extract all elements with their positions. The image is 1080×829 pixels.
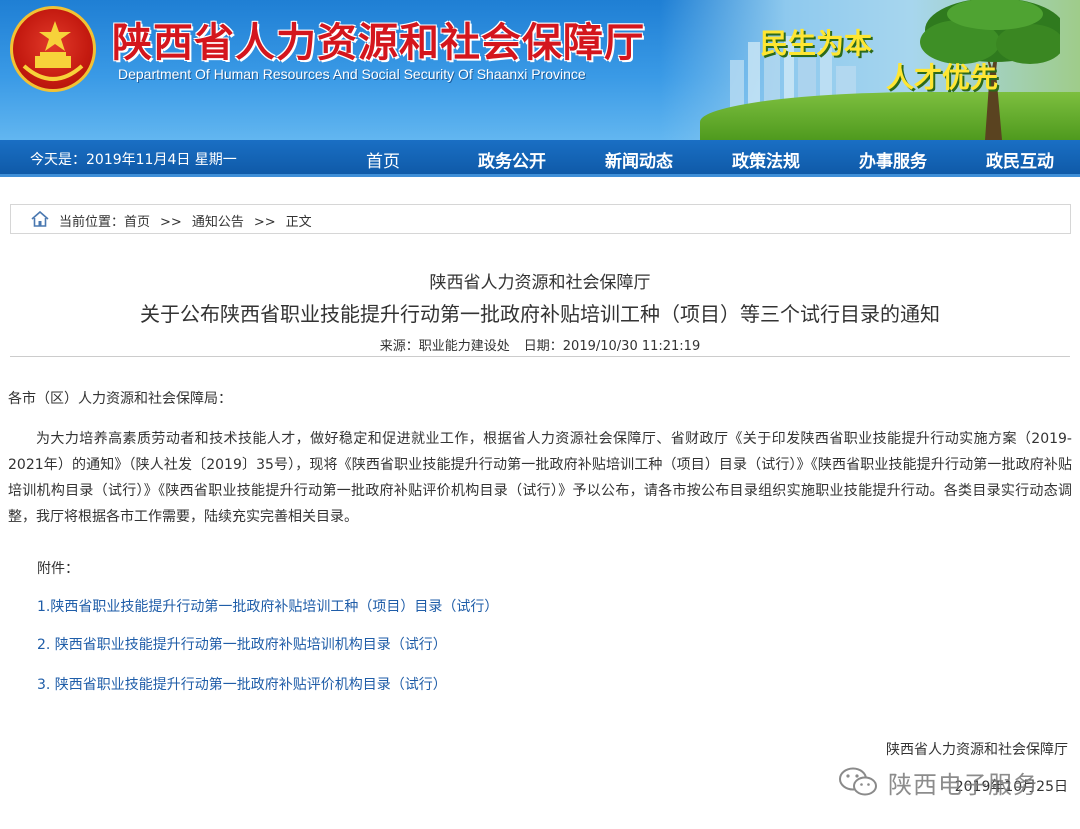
national-emblem-icon (10, 6, 96, 92)
watermark: 陕西电子服务 (838, 762, 1038, 802)
attachments-label: 附件： (37, 561, 79, 577)
attachment-link-3[interactable]: 3. 陕西省职业技能提升行动第一批政府补贴评价机构目录（试行） (37, 672, 1080, 698)
article-issuer: 陕西省人力资源和社会保障厅 (429, 273, 651, 293)
slogan-line-1: 民生为本 (760, 27, 873, 60)
nav-news[interactable]: 新闻动态 (605, 147, 673, 172)
emblem-detail-icon (22, 52, 84, 81)
breadcrumb-home[interactable]: 首页 (124, 215, 150, 230)
nav-interaction[interactable]: 政民互动 (986, 147, 1054, 172)
attachment-link-1[interactable]: 1.陕西省职业技能提升行动第一批政府补贴培训工种（项目）目录（试行） (37, 594, 1080, 620)
signature-organization: 陕西省人力资源和社会保障厅 (886, 742, 1068, 758)
nav-policies[interactable]: 政策法规 (732, 147, 800, 172)
breadcrumb-notices[interactable]: 通知公告 (192, 215, 244, 230)
breadcrumb-prefix: 当前位置： (59, 215, 125, 230)
home-icon (31, 211, 49, 227)
breadcrumb-separator: >> (160, 215, 182, 230)
article-meta: 来源：职业能力建设处 日期：2019/10/30 11:21:19 (0, 335, 1080, 354)
site-title-english: Department Of Human Resources And Social… (118, 66, 586, 82)
main-nav: 今天是：2019年11月4日 星期一 首页 政务公开 新闻动态 政策法规 办事服… (0, 140, 1080, 177)
site-banner: 陕西省人力资源和社会保障厅 Department Of Human Resour… (0, 0, 1080, 140)
attachment-link-2[interactable]: 2. 陕西省职业技能提升行动第一批政府补贴培训机构目录（试行） (37, 632, 1080, 658)
article-source: 来源：职业能力建设处 (379, 339, 510, 354)
breadcrumb-separator: >> (253, 215, 276, 230)
current-date: 今天是：2019年11月4日 星期一 (30, 152, 237, 168)
article-title: 关于公布陕西省职业技能提升行动第一批政府补贴培训工种（项目）等三个试行目录的通知 (140, 302, 940, 326)
nav-home[interactable]: 首页 (366, 147, 400, 172)
article-body: 为大力培养高素质劳动者和技术技能人才，做好稳定和促进就业工作，根据省人力资源社会… (8, 431, 1072, 525)
slogan-line-2: 人才优先 (886, 61, 999, 94)
watermark-text: 陕西电子服务 (888, 770, 1038, 799)
breadcrumb: 当前位置：首页 >> 通知公告 >> 正文 (10, 204, 1071, 234)
breadcrumb-current: 正文 (285, 215, 312, 230)
nav-services[interactable]: 办事服务 (859, 147, 927, 172)
salutation: 各市（区）人力资源和社会保障局： (8, 391, 232, 407)
header-divider (10, 356, 1070, 357)
breadcrumb-trail: 当前位置：首页 >> 通知公告 >> 正文 (59, 211, 312, 230)
wechat-icon (839, 767, 877, 796)
article-date: 日期：2019/10/30 11:21:19 (523, 339, 701, 354)
nav-government-affairs[interactable]: 政务公开 (478, 147, 546, 172)
site-title: 陕西省人力资源和社会保障厅 (112, 19, 645, 66)
